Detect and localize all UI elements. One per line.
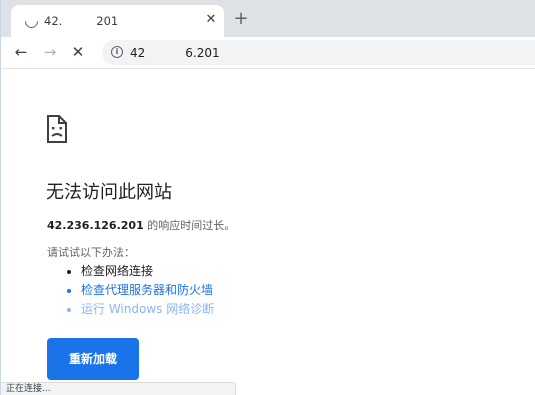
try-heading: 请试试以下办法：	[47, 246, 135, 259]
plus-icon[interactable]: +	[232, 10, 250, 28]
suggestion-list: 检查网络连接 检查代理服务器和防火墙 运行 Windows 网络诊断	[67, 262, 214, 319]
status-text: 正在连接...	[6, 384, 51, 394]
browser-toolbar: ← → ✕ i 42 6.201	[1, 37, 535, 69]
error-detail: 42.236.126.201 的响应时间过长。	[47, 217, 235, 233]
tab-strip: 42. 201 ✕ +	[1, 0, 535, 37]
arrow-left-icon[interactable]: ←	[12, 43, 30, 61]
suggestion-run-diagnostics-link[interactable]: 运行 Windows 网络诊断	[67, 300, 214, 319]
loading-spinner-icon	[22, 12, 41, 31]
url-text[interactable]: 42 6.201	[130, 45, 220, 60]
suggestion-check-proxy-firewall-link[interactable]: 检查代理服务器和防火墙	[67, 281, 214, 300]
browser-window: 42. 201 ✕ + ← → ✕ i 42 6.201 无法访问此网站 42.23…	[0, 0, 535, 395]
error-detail-suffix: 的响应时间过长。	[143, 219, 236, 232]
tab-title: 42. 201	[44, 14, 119, 28]
info-icon[interactable]: i	[111, 46, 123, 58]
status-bubble: 正在连接...	[1, 382, 236, 395]
arrow-right-icon[interactable]: →	[41, 43, 59, 61]
suggestion-check-network: 检查网络连接	[67, 262, 214, 281]
reload-button[interactable]: 重新加载	[47, 338, 139, 380]
browser-tab[interactable]: 42. 201 ✕	[11, 5, 224, 37]
error-title: 无法访问此网站	[46, 182, 172, 203]
error-host: 42.236.126.201	[47, 219, 144, 232]
sad-page-icon	[47, 115, 67, 143]
address-bar[interactable]: i 42 6.201	[102, 40, 535, 65]
stop-icon[interactable]: ✕	[69, 43, 87, 61]
close-icon[interactable]: ✕	[203, 12, 219, 28]
